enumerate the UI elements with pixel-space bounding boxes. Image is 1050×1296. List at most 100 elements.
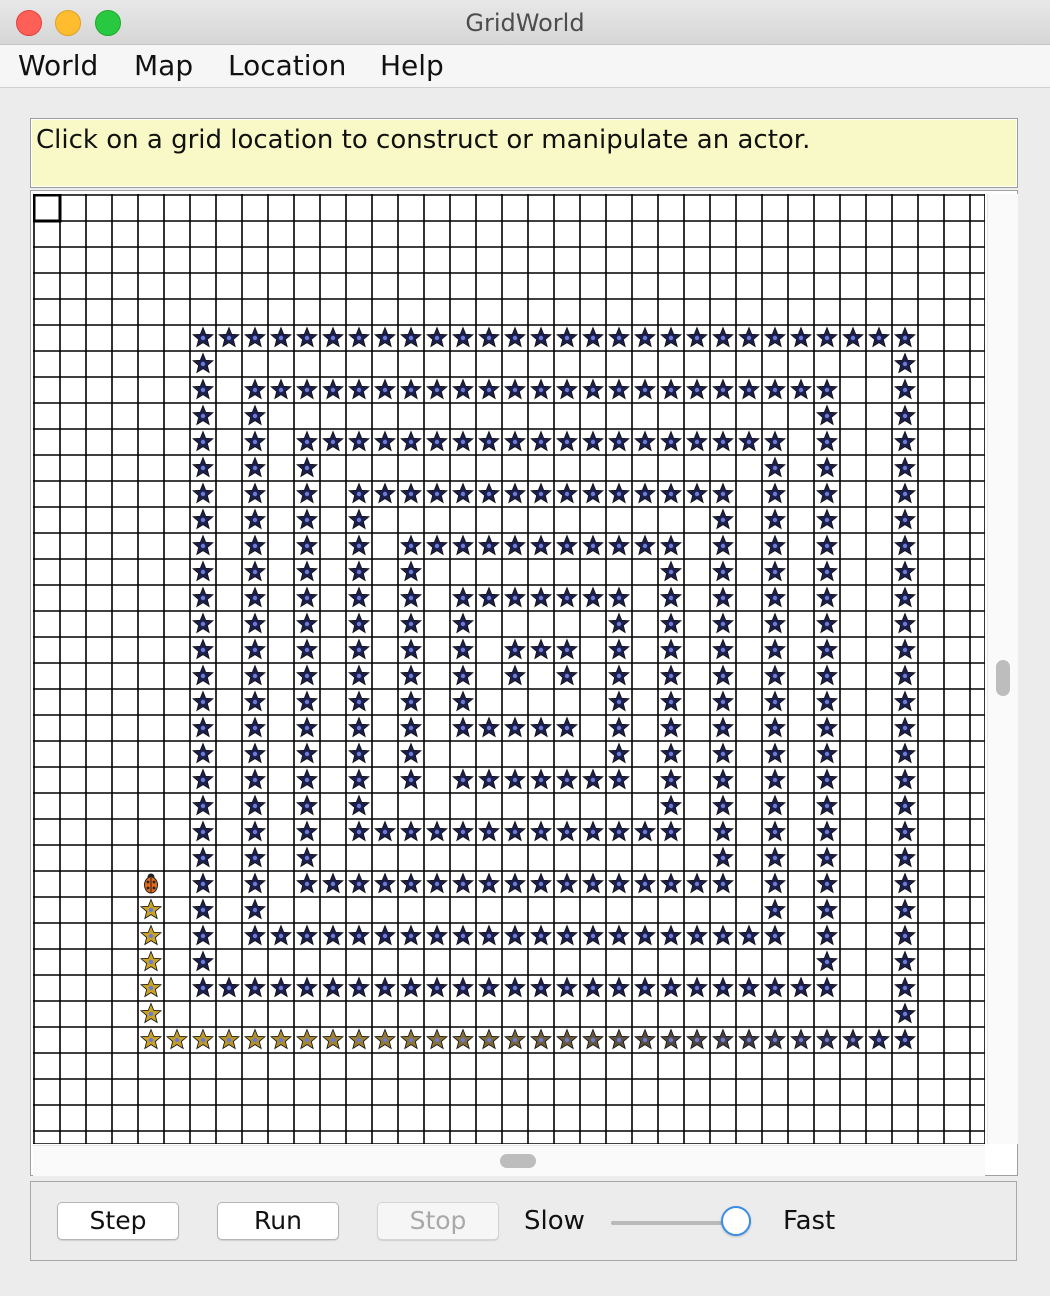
flower-center	[564, 439, 570, 445]
flower-center	[720, 517, 726, 523]
flower-center	[902, 543, 908, 549]
world-grid[interactable]	[33, 194, 985, 1144]
flower-center	[486, 725, 492, 731]
flower-center	[772, 647, 778, 653]
stop-button: Stop	[377, 1202, 499, 1240]
flower-center	[200, 335, 206, 341]
flower-center	[434, 335, 440, 341]
flower-center	[304, 491, 310, 497]
flower-center	[616, 751, 622, 757]
flower-center	[460, 335, 466, 341]
flower-center	[382, 335, 388, 341]
bug-spot	[152, 880, 156, 884]
flower-center	[902, 803, 908, 809]
flower-center	[824, 517, 830, 523]
flower-center	[720, 621, 726, 627]
flower-center	[330, 387, 336, 393]
horizontal-scroll-thumb[interactable]	[500, 1154, 536, 1168]
flower-center	[772, 387, 778, 393]
flower-center	[304, 699, 310, 705]
flower-center	[304, 595, 310, 601]
flower-center	[668, 335, 674, 341]
flower-center	[408, 751, 414, 757]
menu-world[interactable]: World	[18, 49, 98, 82]
flower-center	[304, 803, 310, 809]
flower-center	[616, 985, 622, 991]
bug-spot	[152, 886, 156, 890]
flower-center	[174, 1037, 180, 1043]
horizontal-scrollbar[interactable]	[33, 1145, 985, 1176]
flower-center	[772, 465, 778, 471]
flower-center	[876, 335, 882, 341]
flower-center	[382, 1037, 388, 1043]
flower-center	[408, 647, 414, 653]
flower-center	[694, 985, 700, 991]
flower-center	[252, 855, 258, 861]
flower-center	[148, 959, 154, 965]
vertical-scroll-thumb[interactable]	[996, 660, 1010, 696]
flower-center	[434, 1037, 440, 1043]
flower-center	[408, 829, 414, 835]
flower-center	[252, 725, 258, 731]
menu-help[interactable]: Help	[380, 49, 444, 82]
flower-center	[486, 439, 492, 445]
flower-center	[772, 543, 778, 549]
flower-center	[538, 725, 544, 731]
flower-center	[746, 1037, 752, 1043]
flower-center	[356, 517, 362, 523]
flower-center	[148, 933, 154, 939]
flower-center	[278, 1037, 284, 1043]
flower-center	[902, 751, 908, 757]
flower-center	[824, 335, 830, 341]
flower-center	[720, 543, 726, 549]
flower-center	[538, 985, 544, 991]
flower-center	[252, 387, 258, 393]
flower-center	[746, 985, 752, 991]
flower-center	[902, 1011, 908, 1017]
flower-center	[278, 335, 284, 341]
flower-center	[408, 881, 414, 887]
flower-center	[252, 413, 258, 419]
flower-center	[408, 1037, 414, 1043]
flower-center	[200, 985, 206, 991]
flower-center	[668, 491, 674, 497]
flower-center	[720, 933, 726, 939]
flower-center	[720, 439, 726, 445]
flower-center	[902, 439, 908, 445]
flower-center	[486, 777, 492, 783]
flower-center	[694, 387, 700, 393]
flower-center	[668, 595, 674, 601]
flower-center	[616, 439, 622, 445]
flower-center	[200, 777, 206, 783]
run-button[interactable]: Run	[217, 1202, 339, 1240]
flower-center	[304, 517, 310, 523]
flower-center	[538, 335, 544, 341]
flower-center	[902, 491, 908, 497]
flower-center	[486, 985, 492, 991]
speed-slider-knob[interactable]	[720, 1206, 751, 1236]
menu-location[interactable]: Location	[228, 49, 346, 82]
flower-center	[720, 647, 726, 653]
flower-center	[252, 803, 258, 809]
flower-center	[486, 933, 492, 939]
flower-center	[616, 335, 622, 341]
flower-center	[408, 439, 414, 445]
flower-center	[902, 699, 908, 705]
flower-center	[590, 1037, 596, 1043]
menu-map[interactable]: Map	[134, 49, 193, 82]
flower-center	[408, 699, 414, 705]
flower-center	[200, 387, 206, 393]
flower-center	[408, 621, 414, 627]
flower-center	[512, 595, 518, 601]
flower-center	[590, 881, 596, 887]
flower-center	[824, 725, 830, 731]
flower-center	[252, 647, 258, 653]
flower-center	[512, 647, 518, 653]
flower-center	[616, 491, 622, 497]
flower-center	[616, 699, 622, 705]
step-button[interactable]: Step	[57, 1202, 179, 1240]
flower-center	[850, 1037, 856, 1043]
flower-center	[720, 387, 726, 393]
flower-center	[694, 491, 700, 497]
vertical-scrollbar[interactable]	[987, 194, 1018, 1144]
